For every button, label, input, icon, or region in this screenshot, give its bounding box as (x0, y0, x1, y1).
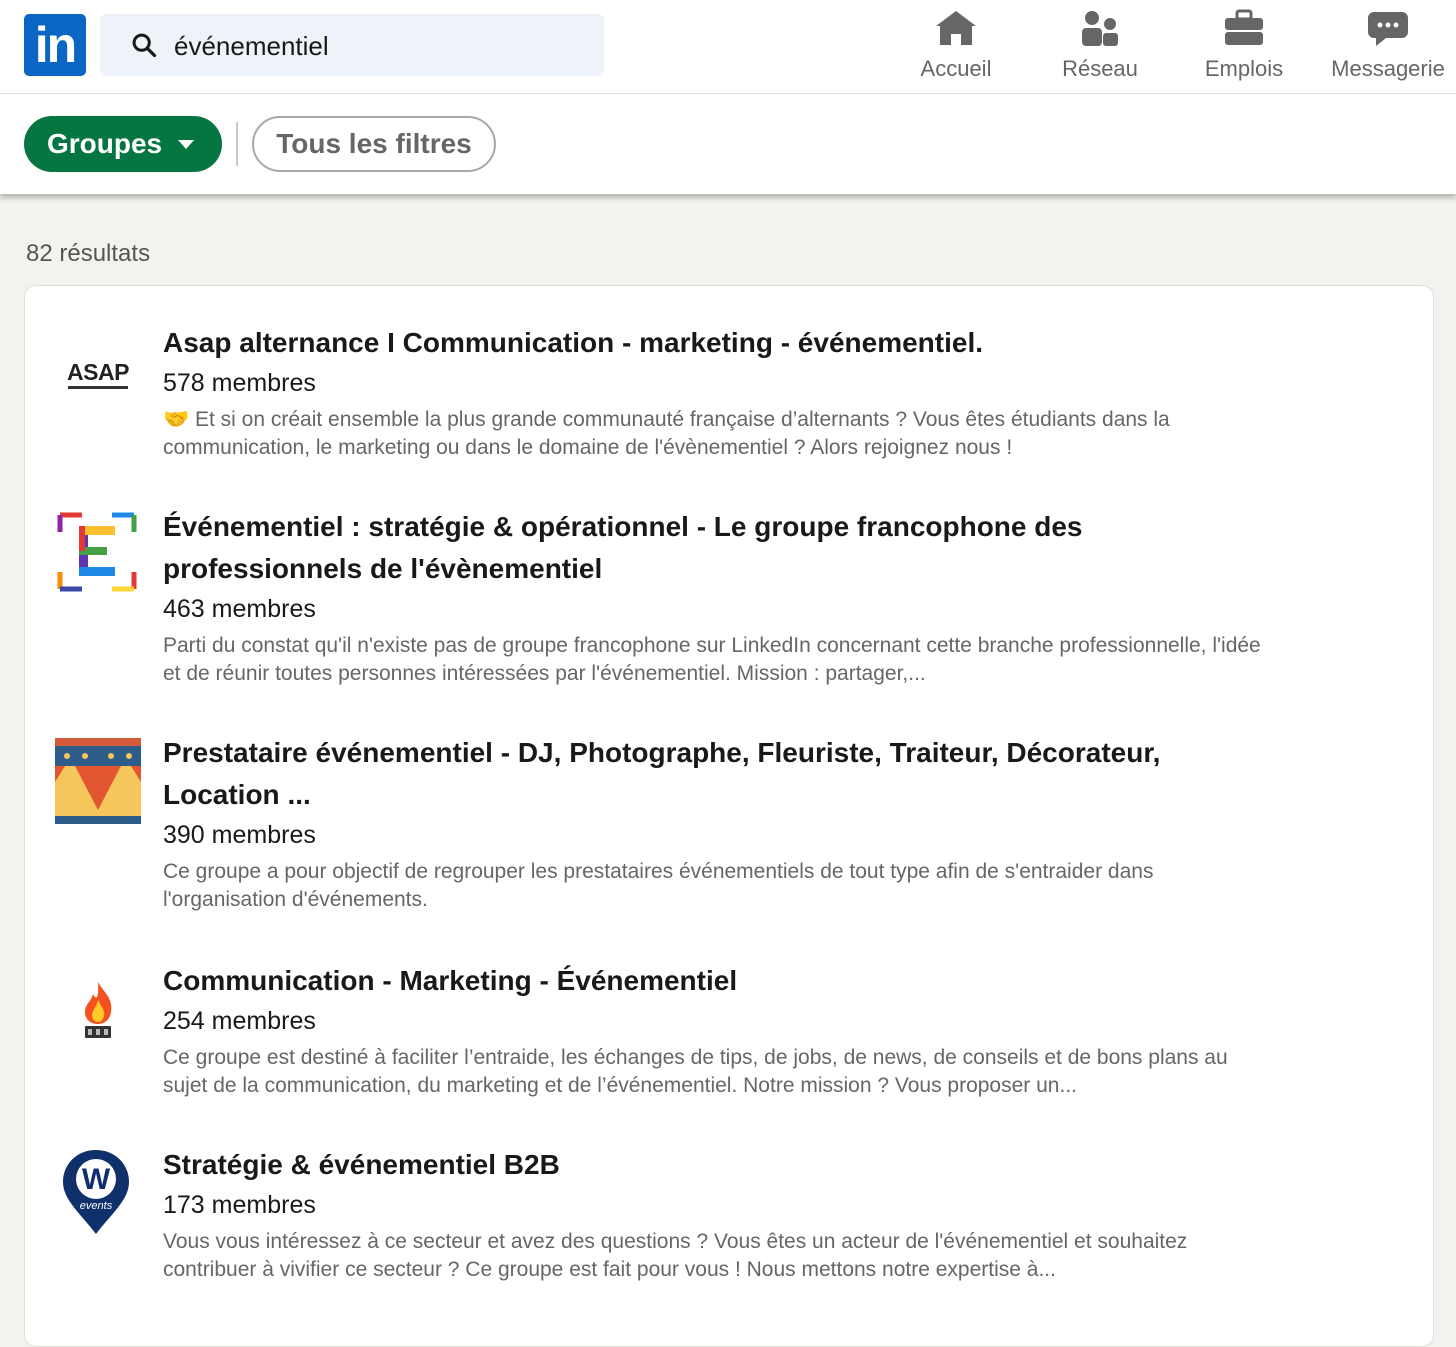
nav-label: Emplois (1204, 56, 1284, 81)
group-title[interactable]: Asap alternance I Communication - market… (163, 322, 1273, 364)
group-logo-e[interactable]: E (57, 512, 137, 592)
group-title[interactable]: Communication - Marketing - Événementiel (163, 960, 1273, 1002)
messaging-icon (1368, 12, 1408, 46)
nav-item-emplois[interactable]: Emplois (1174, 8, 1314, 88)
result-content: Communication - Marketing - Événementiel… (163, 960, 1273, 1100)
filter-divider (236, 122, 238, 166)
asap-logo-text: ASAP (67, 359, 129, 385)
linkedin-logo[interactable]: in (24, 14, 86, 76)
group-logo-fire[interactable] (77, 980, 119, 1040)
list-item[interactable]: W events Stratégie & événementiel B2B 17… (25, 1144, 1433, 1308)
result-content: Stratégie & événementiel B2B 173 membres… (163, 1144, 1273, 1284)
search-icon (132, 33, 157, 58)
group-logo-asap[interactable]: ASAP (53, 349, 143, 399)
nav-label: Réseau (1062, 56, 1138, 81)
e-logo-graphic (57, 512, 137, 592)
nav-label: Messagerie (1331, 56, 1445, 81)
all-filters-button[interactable]: Tous les filtres (252, 116, 496, 172)
group-description: Parti du constat qu'il n'existe pas de g… (163, 634, 1261, 685)
member-count: 173 membres (163, 1191, 316, 1219)
groupes-filter-button[interactable]: Groupes (24, 116, 222, 172)
caret-down-icon (178, 140, 194, 149)
group-description: Ce groupe est destiné à faciliter l’entr… (163, 1046, 1228, 1097)
briefcase-icon (1225, 9, 1263, 45)
fire-icon (85, 982, 112, 1038)
result-content: Asap alternance I Communication - market… (163, 322, 1273, 462)
results-count: 82 résultats (26, 240, 151, 267)
list-item[interactable]: Communication - Marketing - Événementiel… (25, 960, 1433, 1124)
member-count: 463 membres (163, 595, 316, 623)
list-item[interactable]: E Événementiel : stratégie & opérationne… (25, 506, 1433, 712)
w-logo-letter: W (81, 1163, 111, 1196)
result-content: Événementiel : stratégie & opérationnel … (163, 506, 1273, 688)
results-list: ASAP Asap alternance I Communication - m… (24, 285, 1434, 1347)
result-content: Prestataire événementiel - DJ, Photograp… (163, 732, 1273, 914)
group-logo-prestataire[interactable] (55, 738, 141, 824)
nav-label: Accueil (920, 56, 992, 81)
search-bar[interactable] (100, 14, 604, 76)
filter-bar: Groupes Tous les filtres (0, 94, 1456, 194)
member-count: 578 membres (163, 369, 316, 397)
logo-underline (68, 386, 128, 389)
member-count: 390 membres (163, 821, 316, 849)
w-logo-subtext: events (79, 1200, 113, 1212)
group-description: 🤝 Et si on créait ensemble la plus grand… (163, 408, 1170, 459)
list-item[interactable]: Prestataire événementiel - DJ, Photograp… (25, 732, 1433, 938)
network-icon (1082, 11, 1118, 46)
list-item[interactable]: ASAP Asap alternance I Communication - m… (25, 322, 1433, 484)
group-description: Ce groupe a pour objectif de regrouper l… (163, 860, 1154, 911)
nav-item-messagerie[interactable]: Messagerie (1318, 8, 1456, 88)
groupes-label: Groupes (47, 128, 163, 159)
group-title[interactable]: Stratégie & événementiel B2B (163, 1144, 1273, 1186)
group-description: Vous vous intéressez à ce secteur et ave… (163, 1230, 1188, 1281)
group-title[interactable]: Prestataire événementiel - DJ, Photograp… (163, 732, 1273, 816)
group-logo-w-events[interactable]: W events (61, 1148, 131, 1236)
prestataire-logo-graphic (55, 738, 141, 824)
home-icon (936, 11, 976, 45)
top-navigation: in Accueil Réseau Emplois (0, 0, 1456, 94)
group-title[interactable]: Événementiel : stratégie & opérationnel … (163, 506, 1273, 590)
member-count: 254 membres (163, 1007, 316, 1035)
nav-item-reseau[interactable]: Réseau (1030, 8, 1170, 88)
nav-item-accueil[interactable]: Accueil (886, 8, 1026, 88)
search-input[interactable] (172, 26, 586, 66)
